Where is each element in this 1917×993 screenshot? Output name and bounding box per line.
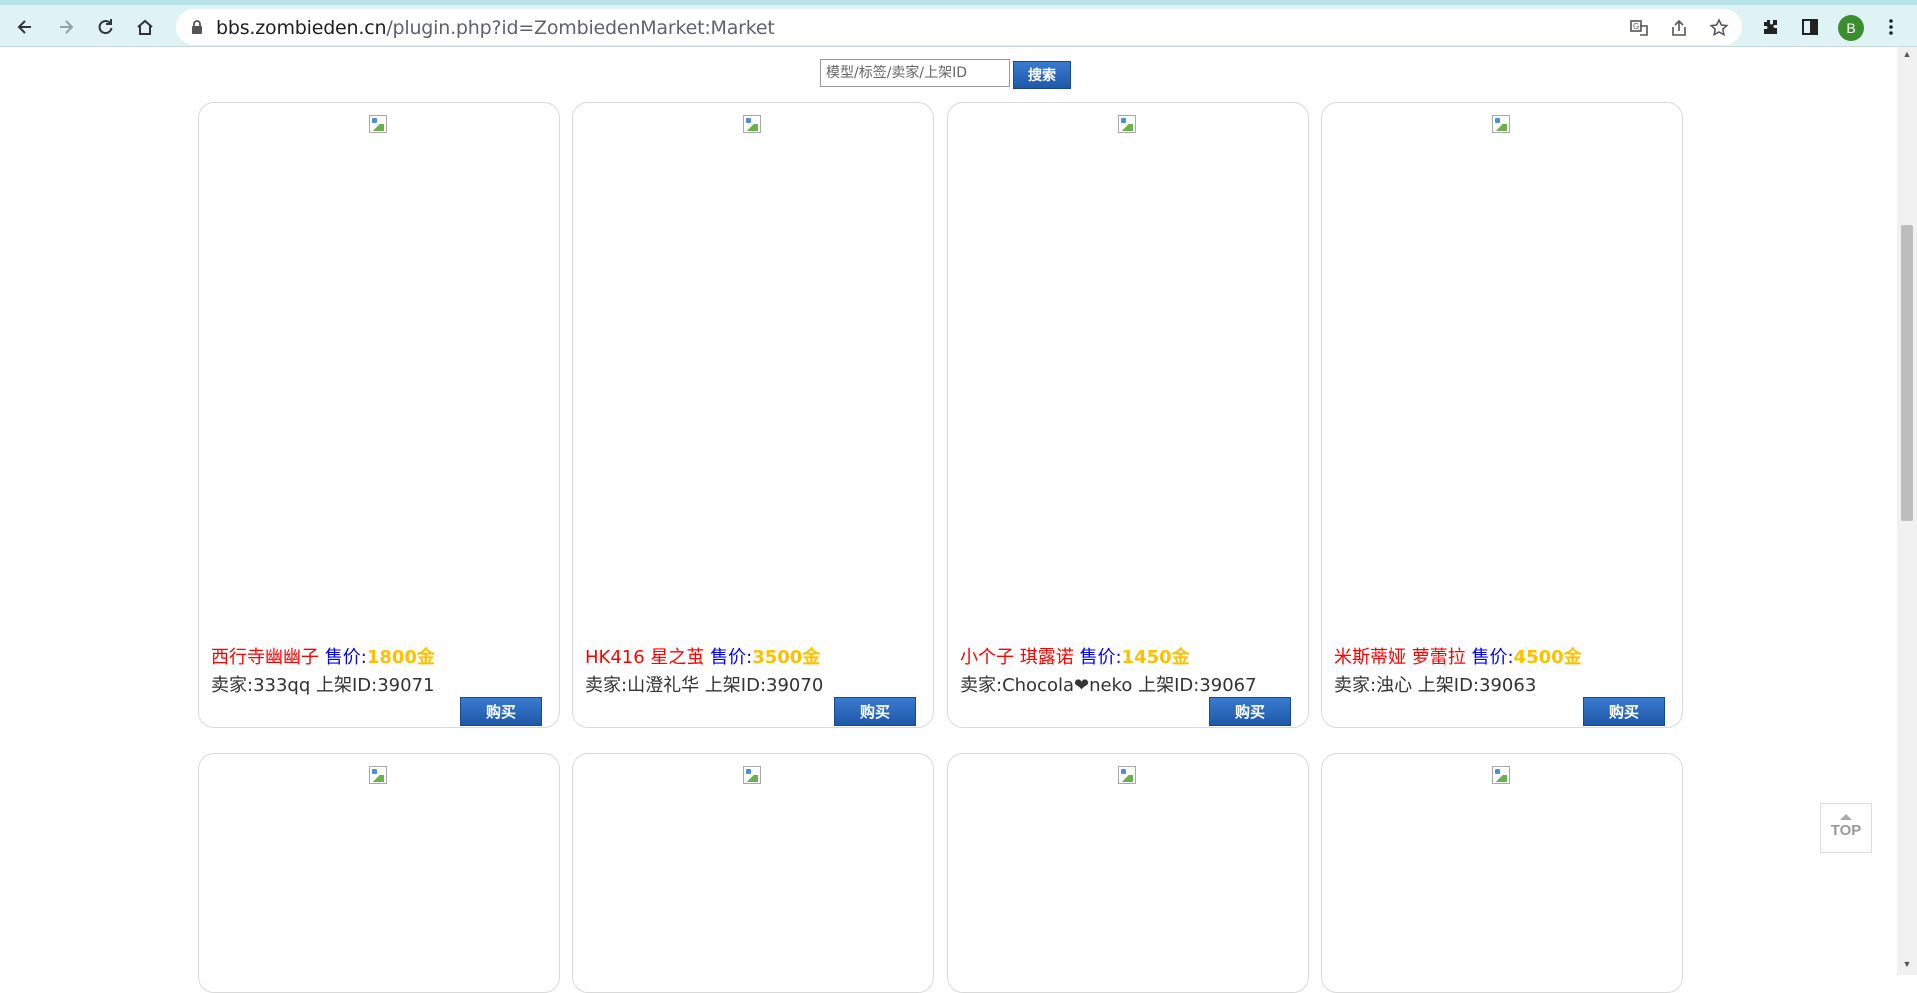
back-icon[interactable] xyxy=(10,12,40,42)
reload-icon[interactable] xyxy=(90,12,120,42)
broken-image-icon[interactable] xyxy=(1118,115,1138,135)
browser-toolbar: bbs.zombieden.cn/plugin.php?id=Zombieden… xyxy=(0,0,1917,47)
page-scrollbar[interactable]: ▲ ▼ xyxy=(1897,47,1917,975)
buy-button[interactable]: 购买 xyxy=(1209,697,1291,726)
share-icon[interactable] xyxy=(1668,17,1690,39)
scroll-thumb[interactable] xyxy=(1901,225,1913,521)
svg-text:G: G xyxy=(1633,22,1639,31)
listing-card xyxy=(1321,753,1683,993)
listing-title: HK416 星之茧 售价:3500金 xyxy=(585,647,821,668)
translate-icon[interactable]: G xyxy=(1628,17,1650,39)
broken-image-icon[interactable] xyxy=(1492,766,1512,786)
listing-title: 小个子 琪露诺 售价:1450金 xyxy=(960,647,1190,668)
extensions-icon[interactable] xyxy=(1757,14,1783,40)
menu-kebab-icon[interactable] xyxy=(1878,14,1904,40)
home-icon[interactable] xyxy=(130,12,160,42)
broken-image-icon[interactable] xyxy=(369,115,389,135)
profile-avatar[interactable]: B xyxy=(1838,15,1864,41)
listing-title: 西行寺幽幽子 售价:1800金 xyxy=(211,647,435,668)
listing-title: 米斯蒂娅 萝蕾拉 售价:4500金 xyxy=(1334,647,1582,668)
listing-card: 西行寺幽幽子 售价:1800金 卖家:333qq 上架ID:39071 购买 xyxy=(198,102,560,728)
scroll-down-arrow-icon[interactable]: ▼ xyxy=(1897,959,1917,973)
search-button[interactable]: 搜索 xyxy=(1013,61,1071,89)
forward-icon[interactable] xyxy=(51,12,81,42)
listing-card xyxy=(198,753,560,993)
listing-seller: 卖家:山澄礼华 上架ID:39070 xyxy=(585,675,824,696)
broken-image-icon[interactable] xyxy=(743,766,763,786)
listing-seller: 卖家:浊心 上架ID:39063 xyxy=(1334,675,1537,696)
listing-seller: 卖家:333qq 上架ID:39071 xyxy=(211,675,435,696)
buy-button[interactable]: 购买 xyxy=(834,697,916,726)
address-bar[interactable]: bbs.zombieden.cn/plugin.php?id=Zombieden… xyxy=(176,9,1742,45)
broken-image-icon[interactable] xyxy=(369,766,389,786)
listing-seller: 卖家:Chocola❤neko 上架ID:39067 xyxy=(960,675,1257,696)
buy-button[interactable]: 购买 xyxy=(460,697,542,726)
buy-button[interactable]: 购买 xyxy=(1583,697,1665,726)
broken-image-icon[interactable] xyxy=(1492,115,1512,135)
search-input[interactable] xyxy=(820,59,1010,87)
broken-image-icon[interactable] xyxy=(743,115,763,135)
listing-card: HK416 星之茧 售价:3500金 卖家:山澄礼华 上架ID:39070 购买 xyxy=(572,102,934,728)
lock-icon xyxy=(192,20,202,34)
scroll-up-arrow-icon[interactable]: ▲ xyxy=(1897,49,1917,63)
listing-card xyxy=(947,753,1309,993)
url-text: bbs.zombieden.cn/plugin.php?id=Zombieden… xyxy=(216,17,775,39)
arrow-up-icon xyxy=(1840,814,1852,820)
listing-card: 米斯蒂娅 萝蕾拉 售价:4500金 卖家:浊心 上架ID:39063 购买 xyxy=(1321,102,1683,728)
listing-card: 小个子 琪露诺 售价:1450金 卖家:Chocola❤neko 上架ID:39… xyxy=(947,102,1309,728)
bookmark-star-icon[interactable] xyxy=(1708,17,1730,39)
side-panel-icon[interactable] xyxy=(1797,14,1823,40)
broken-image-icon[interactable] xyxy=(1118,766,1138,786)
back-to-top-button[interactable]: TOP xyxy=(1820,803,1872,853)
listing-card xyxy=(572,753,934,993)
